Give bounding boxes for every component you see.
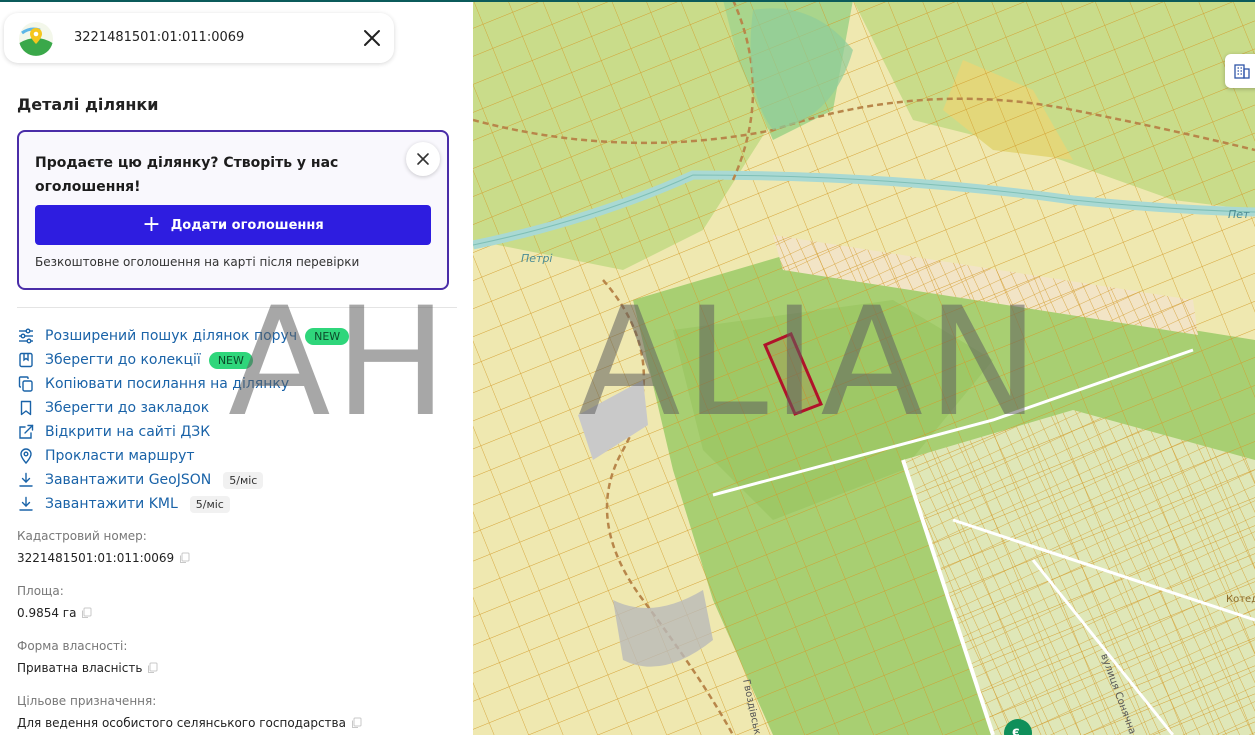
- action-save-collection[interactable]: Зберегти до колекції NEW: [17, 348, 349, 372]
- parcel-details-panel: 3221481501:01:011:0069 Деталі ділянки Пр…: [0, 2, 473, 735]
- purpose-text: Для ведення особистого селянського госпо…: [17, 716, 346, 730]
- action-label: Копіювати посилання на ділянку: [45, 376, 290, 392]
- action-bookmark[interactable]: Зберегти до закладок: [17, 396, 349, 420]
- copy-icon[interactable]: [80, 607, 92, 619]
- map-label-area: Котедж містеч QP: [1226, 593, 1255, 605]
- action-copy-link[interactable]: Копіювати посилання на ділянку: [17, 372, 349, 396]
- map-canvas[interactable]: Петрі Пет Гвоздівська вулиця Сонячна Кот…: [473, 0, 1255, 735]
- map-marker-label: є: [1012, 725, 1020, 735]
- area-text: 0.9854 га: [17, 606, 77, 620]
- action-label: Розширений пошук ділянок поруч: [45, 328, 298, 344]
- plus-icon: +: [142, 212, 161, 237]
- close-icon[interactable]: [361, 27, 383, 49]
- cadastral-number-text: 3221481501:01:011:0069: [17, 551, 175, 565]
- details-title: Деталі ділянки: [17, 95, 159, 114]
- limit-badge: 5/міс: [223, 471, 264, 489]
- copy-icon[interactable]: [146, 662, 158, 674]
- copy-link-icon: [17, 375, 35, 393]
- purpose-value: Для ведення особистого селянського госпо…: [17, 716, 362, 730]
- bookmark-icon: [17, 399, 35, 417]
- search-value[interactable]: 3221481501:01:011:0069: [74, 30, 244, 45]
- promo-title: Продаєте цю ділянку? Створіть у нас огол…: [35, 155, 339, 195]
- area-value: 0.9854 га: [17, 606, 92, 620]
- new-badge: NEW: [208, 351, 253, 369]
- close-icon: [417, 153, 429, 165]
- download-icon: [17, 471, 35, 489]
- copy-icon[interactable]: [350, 717, 362, 729]
- download-icon: [17, 495, 35, 513]
- action-label: Завантажити KML: [45, 496, 178, 512]
- map-layers-button[interactable]: [1225, 54, 1255, 88]
- action-nearby-search[interactable]: Розширений пошук ділянок поруч NEW: [17, 324, 350, 348]
- promo-note: Безкоштовне оголошення на карті після пе…: [35, 255, 360, 269]
- top-accent-line: [0, 0, 1255, 2]
- map-label-river-left: Петрі: [521, 252, 553, 265]
- cadastral-number-label: Кадастровий номер:: [17, 529, 147, 543]
- area-label: Площа:: [17, 584, 64, 598]
- sliders-icon: [17, 327, 35, 345]
- action-download-kml[interactable]: Завантажити KML 5/міс: [17, 492, 349, 516]
- promo-card: Продаєте цю ділянку? Створіть у нас огол…: [17, 130, 449, 290]
- ownership-text: Приватна власність: [17, 661, 143, 675]
- promo-close-button[interactable]: [406, 142, 440, 176]
- copy-icon[interactable]: [178, 552, 190, 564]
- new-badge: NEW: [305, 327, 350, 345]
- search-box[interactable]: 3221481501:01:011:0069: [4, 13, 394, 63]
- ownership-label: Форма власності:: [17, 639, 128, 653]
- building-icon: [1234, 64, 1250, 79]
- limit-badge: 5/міс: [189, 495, 230, 513]
- map-label-river-right: Пет: [1228, 208, 1250, 221]
- action-download-geojson[interactable]: Завантажити GeoJSON 5/міс: [17, 468, 349, 492]
- cadastral-map[interactable]: Петрі Пет Гвоздівська вулиця Сонячна Кот…: [473, 0, 1255, 735]
- action-label: Відкрити на сайті ДЗК: [45, 424, 211, 440]
- action-label: Завантажити GeoJSON: [45, 472, 212, 488]
- app-logo-icon: [19, 22, 53, 56]
- external-link-icon: [17, 423, 35, 441]
- cadastral-number-value: 3221481501:01:011:0069: [17, 551, 190, 565]
- location-pin-icon: [17, 447, 35, 465]
- ownership-value: Приватна власність: [17, 661, 158, 675]
- action-label: Зберегти до колекції: [45, 352, 201, 368]
- actions-list: Розширений пошук ділянок поруч NEW Збере…: [17, 324, 350, 516]
- add-listing-label: Додати оголошення: [170, 217, 324, 233]
- collection-icon: [17, 351, 35, 369]
- action-route[interactable]: Прокласти маршрут: [17, 444, 349, 468]
- action-open-dzk[interactable]: Відкрити на сайті ДЗК: [17, 420, 349, 444]
- add-listing-button[interactable]: + Додати оголошення: [35, 205, 431, 245]
- action-label: Прокласти маршрут: [45, 448, 195, 464]
- action-label: Зберегти до закладок: [45, 400, 210, 416]
- purpose-label: Цільове призначення:: [17, 694, 157, 708]
- divider: [17, 307, 457, 308]
